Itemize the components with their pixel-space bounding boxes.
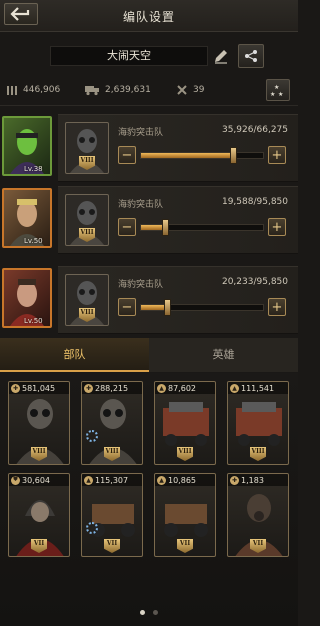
gear-icon bbox=[86, 430, 98, 442]
unit-name: 海豹突击队 bbox=[118, 280, 164, 290]
unit-count: 20,233/95,850 bbox=[221, 277, 288, 287]
tools-icon bbox=[177, 85, 187, 95]
edit-name-button[interactable] bbox=[212, 47, 230, 65]
hero-portrait-2[interactable]: Lv.50 bbox=[2, 188, 52, 248]
squad-row-3: Lv.50 VIII 海豹突击队 20,233/95,850 − + bbox=[0, 266, 298, 334]
pencil-icon bbox=[215, 50, 227, 64]
formation-name[interactable]: 大闹天空 bbox=[50, 46, 208, 66]
increase-button[interactable]: + bbox=[268, 146, 286, 164]
svg-text:★: ★ bbox=[270, 91, 275, 97]
slider-handle[interactable] bbox=[163, 299, 171, 316]
unit-name: 海豹突击队 bbox=[118, 200, 164, 210]
page-indicator bbox=[0, 610, 298, 620]
increase-button[interactable]: + bbox=[268, 218, 286, 236]
stars-button[interactable]: ★ ★ ★ bbox=[266, 79, 290, 101]
page-dot[interactable] bbox=[153, 610, 158, 615]
svg-text:★: ★ bbox=[274, 84, 279, 91]
squad-row-2: Lv.50 VIII 海豹突击队 19,588/95,850 − + bbox=[0, 186, 298, 254]
slider-handle[interactable] bbox=[162, 219, 170, 236]
unit-grid: ✚ 581,045 VIII ✚ 288,215 VIII ▲ 87,602 V… bbox=[0, 373, 298, 626]
unit-name: 海豹突击队 bbox=[118, 128, 164, 138]
unit-card[interactable]: ✚ 288,215 VIII bbox=[81, 381, 143, 465]
unit-card[interactable]: ⛊ 30,604 VII bbox=[8, 473, 70, 557]
unit-card[interactable]: ▲ 115,307 VII bbox=[81, 473, 143, 557]
gear-icon bbox=[86, 522, 98, 534]
vehicle-stat: 2,639,631 bbox=[84, 84, 151, 96]
unit-card[interactable]: ▲ 111,541 VIII bbox=[227, 381, 289, 465]
svg-text:★: ★ bbox=[278, 91, 283, 97]
troop-power: 446,906 bbox=[23, 85, 61, 95]
three-stars-icon: ★ ★ ★ bbox=[270, 84, 283, 97]
tool-stat: 39 bbox=[176, 84, 204, 96]
hero-level: Lv.50 bbox=[24, 317, 43, 325]
troop-slider[interactable] bbox=[140, 219, 264, 236]
slider-fill bbox=[141, 153, 233, 158]
tab-troops[interactable]: 部队 bbox=[0, 338, 149, 372]
hero-level: Lv.38 bbox=[24, 165, 43, 173]
unit-thumbnail[interactable]: VIII bbox=[65, 194, 109, 246]
decrease-button[interactable]: − bbox=[118, 218, 136, 236]
hero-portrait-1[interactable]: Lv.38 bbox=[2, 116, 52, 176]
squad-row-1: Lv.38 VIII 海豹突击队 35,926/66,275 − + bbox=[0, 114, 298, 182]
page-title: 编队设置 bbox=[122, 10, 175, 24]
share-button[interactable] bbox=[238, 44, 264, 68]
unit-thumbnail[interactable]: VIII bbox=[65, 274, 109, 326]
ammo-icon bbox=[7, 86, 17, 95]
tool-count: 39 bbox=[193, 85, 205, 95]
unit-card[interactable]: ▲ 87,602 VIII bbox=[154, 381, 216, 465]
truck-icon bbox=[85, 86, 99, 96]
tab-heroes[interactable]: 英雄 bbox=[149, 338, 298, 372]
hero-level: Lv.50 bbox=[24, 237, 43, 245]
hero-portrait-3[interactable]: Lv.50 bbox=[2, 268, 52, 328]
troop-slider[interactable] bbox=[140, 299, 264, 316]
top-bar: 编队设置 bbox=[0, 0, 298, 32]
increase-button[interactable]: + bbox=[268, 298, 286, 316]
share-icon bbox=[245, 50, 257, 62]
page-dot-active[interactable] bbox=[140, 610, 145, 615]
troop-slider[interactable] bbox=[140, 147, 264, 164]
unit-card[interactable]: ✚ 581,045 VIII bbox=[8, 381, 70, 465]
decrease-button[interactable]: − bbox=[118, 298, 136, 316]
unit-count: 19,588/95,850 bbox=[221, 197, 288, 207]
decrease-button[interactable]: − bbox=[118, 146, 136, 164]
unit-card[interactable]: ▲ 10,865 VII bbox=[154, 473, 216, 557]
unit-count: 35,926/66,275 bbox=[221, 125, 288, 135]
slider-handle[interactable] bbox=[229, 147, 237, 164]
troop-stat: 446,906 bbox=[6, 84, 60, 96]
unit-card[interactable]: ✚ 1,183 VII bbox=[227, 473, 289, 557]
unit-thumbnail[interactable]: VIII bbox=[65, 122, 109, 174]
stats-row: 446,906 2,639,631 39 ★ ★ ★ bbox=[0, 76, 298, 106]
tab-bar: 部队 英雄 bbox=[0, 338, 298, 372]
vehicle-power: 2,639,631 bbox=[105, 85, 151, 95]
